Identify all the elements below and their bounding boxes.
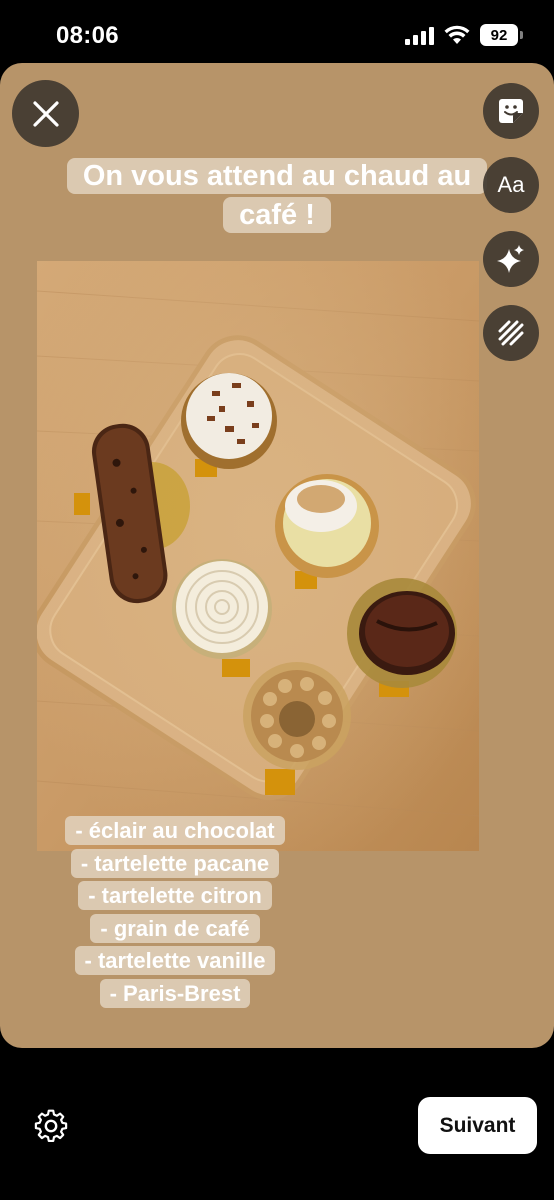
caption-line: - éclair au chocolat xyxy=(35,815,315,848)
caption-line: - tartelette vanille xyxy=(35,945,315,978)
caption-line-text: - éclair au chocolat xyxy=(65,816,285,845)
headline-line-1: On vous attend au chaud au xyxy=(66,158,488,194)
text-tool-button[interactable]: Aa xyxy=(483,157,539,213)
cellular-signal-icon xyxy=(405,25,434,45)
sticker-icon xyxy=(499,99,523,123)
caption-line: - tartelette citron xyxy=(35,880,315,913)
caption-line: - grain de café xyxy=(35,913,315,946)
caption-text-overlay[interactable]: - éclair au chocolat - tartelette pacane… xyxy=(35,815,315,1010)
caption-line-text: - grain de café xyxy=(90,913,260,943)
gear-icon[interactable] xyxy=(33,1108,69,1144)
close-icon xyxy=(32,100,59,127)
caption-line-text: - tartelette citron xyxy=(78,881,272,910)
headline-text-overlay[interactable]: On vous attend au chaud au café ! xyxy=(0,157,554,235)
story-canvas[interactable]: On vous attend au chaud au café ! Aa - é… xyxy=(0,63,554,1048)
caption-line: - Paris-Brest xyxy=(35,978,315,1011)
draw-button[interactable] xyxy=(483,305,539,361)
caption-line-text: - tartelette pacane xyxy=(70,848,280,878)
caption-line-text: - Paris-Brest xyxy=(99,978,251,1008)
status-bar: 08:06 92 xyxy=(0,0,554,62)
text-tool-label: Aa xyxy=(497,172,525,197)
sparkle-icon xyxy=(497,245,524,273)
battery-level: 92 xyxy=(490,26,508,44)
next-button[interactable]: Suivant xyxy=(418,1097,537,1154)
status-icons: 92 xyxy=(405,24,523,46)
wifi-icon xyxy=(444,25,470,44)
effects-button[interactable] xyxy=(483,231,539,287)
close-button[interactable] xyxy=(12,80,79,147)
sticker-button[interactable] xyxy=(483,83,539,139)
caption-line: - tartelette pacane xyxy=(35,848,315,881)
battery-icon: 92 xyxy=(480,24,523,46)
headline-line-2: café ! xyxy=(223,197,331,233)
status-time: 08:06 xyxy=(56,22,119,49)
draw-icon xyxy=(498,320,524,346)
pastry-tray-photo xyxy=(37,261,479,851)
caption-line-text: - tartelette vanille xyxy=(74,946,276,975)
